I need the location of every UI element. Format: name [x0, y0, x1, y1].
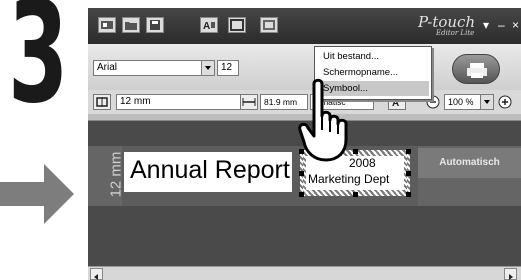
image-icon[interactable] — [260, 17, 278, 33]
scroll-left-button[interactable] — [90, 268, 103, 280]
svg-text:A: A — [203, 21, 210, 32]
font-select-value: Arial — [97, 62, 118, 73]
zoom-select[interactable]: 100 % — [444, 94, 494, 110]
options-button[interactable]: ▾ — [483, 18, 489, 32]
minimize-button[interactable]: – — [498, 18, 505, 32]
resize-handle[interactable] — [406, 149, 411, 154]
length-icon[interactable] — [240, 94, 258, 110]
font-size-select[interactable]: 12 — [217, 60, 239, 76]
print-button[interactable] — [452, 54, 500, 84]
step-number-text: 3 — [8, 0, 68, 135]
tape-width-select[interactable]: 12 mm — [116, 94, 258, 110]
tape-width-icon[interactable] — [93, 94, 111, 110]
right-arrow-icon — [0, 164, 74, 224]
scroll-right-button[interactable] — [504, 268, 517, 280]
resize-handle[interactable] — [353, 192, 358, 197]
open-folder-icon[interactable] — [122, 17, 140, 33]
logo-sub: Editor Lite — [436, 29, 475, 37]
auto-length-label: Automatisch — [418, 148, 521, 178]
zoom-in-icon[interactable] — [498, 95, 512, 109]
font-select[interactable]: Arial — [93, 60, 215, 76]
app-logo: P-touch Editor Lite — [410, 11, 480, 39]
chevron-down-icon[interactable] — [201, 61, 214, 75]
pointing-hand-icon — [298, 78, 348, 162]
resize-handle[interactable] — [299, 171, 304, 176]
font-size-value: 12 — [221, 62, 233, 73]
selected-dept-text: Marketing Dept — [308, 172, 390, 186]
horizontal-scrollbar[interactable] — [88, 266, 521, 280]
label-title-text[interactable]: Annual Report — [130, 152, 290, 188]
step-number: 3 — [6, 0, 86, 124]
zoom-value: 100 % — [448, 97, 474, 107]
frame-icon[interactable] — [228, 17, 246, 33]
tape-width-value: 12 mm — [120, 96, 151, 107]
chevron-down-icon[interactable] — [480, 95, 493, 109]
insert-image-icon[interactable] — [98, 17, 116, 33]
menu-item-from-file[interactable]: Uit bestand... — [317, 49, 429, 64]
close-button[interactable]: × — [512, 18, 519, 32]
resize-handle[interactable] — [406, 171, 411, 176]
save-icon[interactable] — [146, 17, 164, 33]
resize-handle[interactable] — [299, 192, 304, 197]
text-icon[interactable]: A — [200, 17, 218, 33]
print-icon — [467, 63, 487, 78]
resize-handle[interactable] — [406, 192, 411, 197]
